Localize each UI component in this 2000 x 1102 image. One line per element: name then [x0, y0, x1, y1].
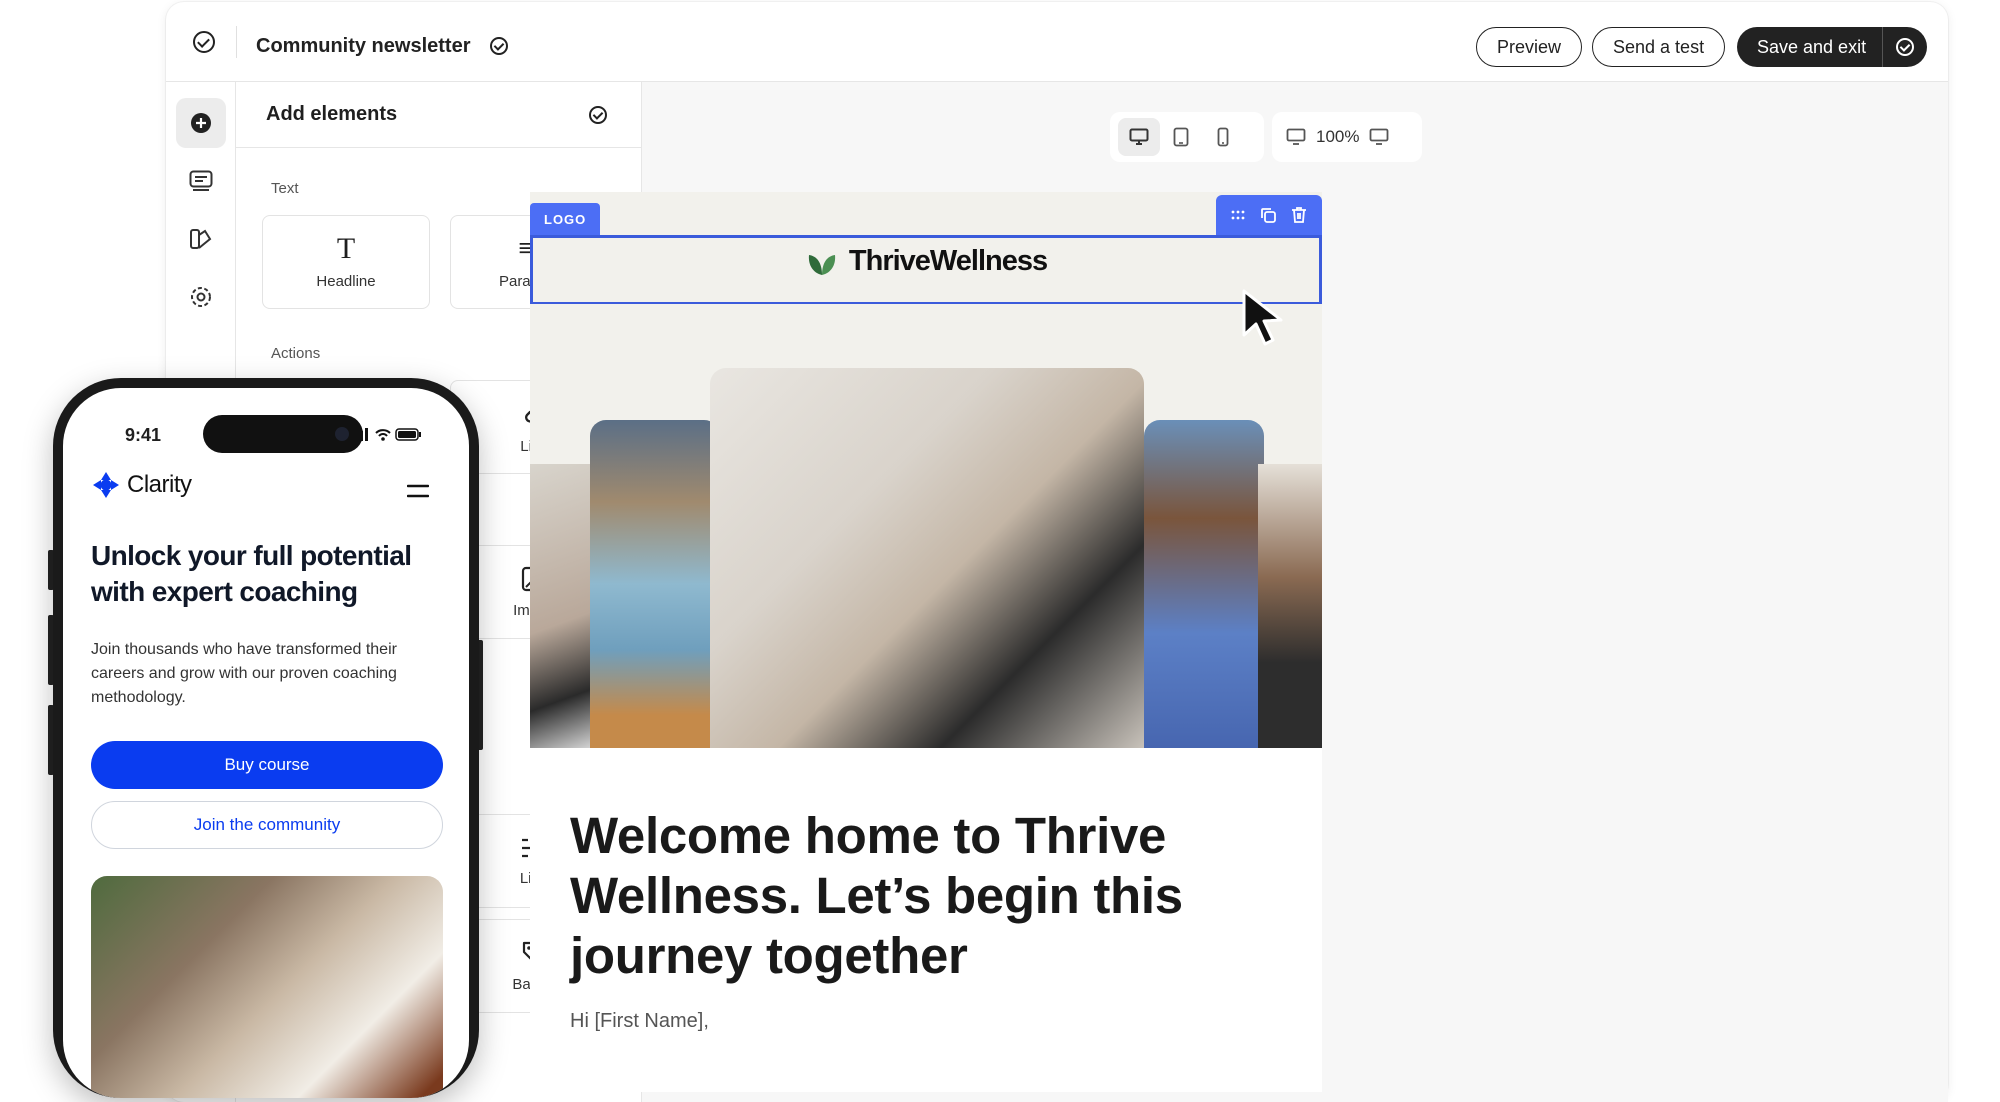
headline-icon: T [336, 231, 356, 265]
hero-photo-collage [530, 304, 1322, 748]
clarity-logo-icon [93, 472, 119, 498]
photo-man-running [590, 420, 720, 748]
add-element-icon[interactable] [176, 98, 226, 148]
email-greeting[interactable]: Hi [First Name], [570, 1010, 709, 1033]
join-community-button[interactable]: Join the community [91, 801, 443, 849]
photo-woman-sports-bra [1144, 420, 1264, 748]
desktop-view-icon[interactable] [1118, 118, 1160, 156]
photo-man-smiling [1258, 464, 1322, 748]
phone-screen: 9:41 Clarity Unlock your full potential … [63, 388, 469, 1098]
dynamic-island [203, 415, 363, 453]
status-icons [350, 428, 421, 441]
duplicate-icon[interactable] [1259, 206, 1277, 224]
zoom-level[interactable]: 100% [1316, 127, 1359, 147]
headline-tile[interactable]: T Headline [262, 215, 430, 309]
block-toolbar [1216, 195, 1322, 235]
phone-headline: Unlock your full potential with expert c… [91, 540, 412, 607]
top-bar: Community newsletter Preview Send a test… [166, 2, 1948, 82]
phone-coach-photo [91, 876, 443, 1098]
settings-icon[interactable] [176, 272, 226, 322]
verified-icon [490, 37, 508, 55]
send-test-button[interactable]: Send a test [1592, 27, 1726, 67]
email-preview: ThriveWellness LOGO Welcome home to Thri… [530, 192, 1322, 1092]
phone-mockup: 9:41 Clarity Unlock your full potential … [53, 378, 479, 1098]
save-options-icon[interactable] [1883, 27, 1927, 67]
document-title[interactable]: Community newsletter [256, 35, 470, 58]
panel-title: Add elements [266, 103, 398, 125]
zoom-control: 100% [1272, 112, 1422, 162]
save-exit-group: Save and exit [1737, 27, 1928, 67]
status-time: 9:41 [125, 425, 162, 445]
mouse-cursor-icon [1242, 289, 1283, 346]
panel-done-icon[interactable] [589, 105, 607, 124]
buy-course-button[interactable]: Buy course [91, 741, 443, 789]
zoom-in-icon[interactable] [1369, 128, 1389, 146]
mobile-view-icon[interactable] [1202, 118, 1244, 156]
selected-block-outline [530, 235, 1322, 305]
preview-button[interactable]: Preview [1476, 27, 1583, 67]
tablet-view-icon[interactable] [1160, 118, 1202, 156]
phone-body: Join thousands who have transformed thei… [91, 641, 397, 706]
zoom-out-icon[interactable] [1286, 128, 1306, 146]
check-circle-icon[interactable] [193, 31, 215, 53]
clarity-brand-name: Clarity [127, 471, 192, 498]
logo-block-tag: LOGO [530, 203, 601, 235]
save-exit-button[interactable]: Save and exit [1737, 37, 1882, 58]
drag-handle-icon[interactable] [1231, 210, 1245, 220]
tile-label: Headline [316, 272, 376, 290]
content-blocks-icon[interactable] [176, 156, 226, 206]
email-headline[interactable]: Welcome home to Thrive Wellness. Let’s b… [570, 806, 1290, 986]
hamburger-menu-icon[interactable] [407, 484, 429, 498]
section-text-label: Text [271, 180, 299, 197]
clarity-logo[interactable]: Clarity [91, 470, 192, 500]
divider [236, 26, 237, 58]
device-switcher [1110, 112, 1264, 162]
section-actions-label: Actions [271, 345, 321, 362]
panel-header: Add elements [236, 82, 641, 148]
styles-icon[interactable] [176, 214, 226, 264]
photo-woman-yoga [710, 368, 1144, 748]
delete-icon[interactable] [1291, 206, 1307, 224]
